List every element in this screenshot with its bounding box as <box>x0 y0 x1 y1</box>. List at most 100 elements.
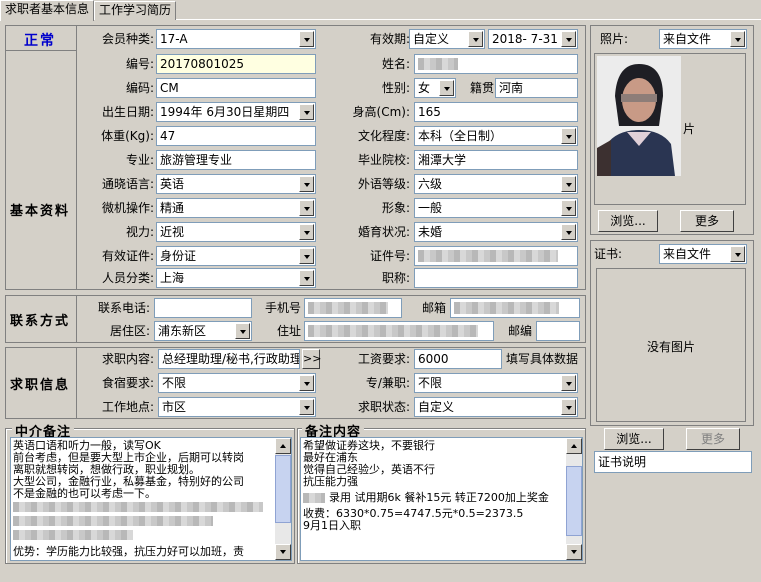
chevron-down-icon[interactable] <box>439 80 454 96</box>
photo-source-select[interactable]: 来自文件 <box>659 29 747 49</box>
job-content-field[interactable]: 总经理助理/秘书,行政助理 <box>158 349 300 369</box>
location-select[interactable]: 市区 <box>158 397 316 417</box>
scroll-thumb[interactable] <box>566 466 582 536</box>
redacted-value <box>308 325 478 337</box>
chevron-down-icon[interactable] <box>561 200 576 216</box>
id-no-field[interactable] <box>414 246 578 266</box>
phone-label: 联系电话: <box>97 301 150 315</box>
chevron-down-icon[interactable] <box>299 399 314 415</box>
weight-label: 体重(Kg): <box>101 129 154 143</box>
mobile-field[interactable] <box>304 298 402 318</box>
redacted-value <box>303 493 325 503</box>
note-line: 抗压能力强 <box>303 475 358 488</box>
scroll-down-icon[interactable] <box>275 544 291 560</box>
computer-select[interactable]: 精通 <box>156 198 316 218</box>
name-field[interactable] <box>414 54 578 74</box>
weight-field[interactable]: 47 <box>156 126 316 146</box>
more-certificate-button[interactable]: 更多 <box>686 428 740 450</box>
code-field[interactable]: CM <box>156 78 316 98</box>
chevron-down-icon[interactable] <box>299 270 314 286</box>
divider <box>76 347 77 419</box>
birth-date-picker[interactable]: 1994年 6月30日星期四 <box>156 102 316 122</box>
divider <box>76 295 77 343</box>
chevron-down-icon[interactable] <box>299 31 314 47</box>
appearance-label: 形象: <box>381 201 410 215</box>
email-field[interactable] <box>450 298 580 318</box>
major-field[interactable]: 旅游管理专业 <box>156 150 316 170</box>
validity-date-picker[interactable]: 2018- 7-31 <box>488 29 578 49</box>
more-photo-button[interactable]: 更多 <box>680 210 734 232</box>
district-select[interactable]: 浦东新区 <box>154 321 252 341</box>
validity-mode-select[interactable]: 自定义 <box>409 29 485 49</box>
notes-textarea[interactable]: 希望做证券这块，不要银行 最好在浦东 觉得自己经验少，英语不行 抗压能力强 录用… <box>300 437 583 561</box>
board-select[interactable]: 不限 <box>158 373 316 393</box>
member-type-select[interactable]: 17-A <box>156 29 316 49</box>
number-field[interactable]: 20170801025 <box>156 54 316 74</box>
address-label: 住址 <box>276 324 301 338</box>
phone-field[interactable] <box>154 298 252 318</box>
title-field[interactable] <box>414 268 578 288</box>
chevron-down-icon[interactable] <box>561 176 576 192</box>
education-select[interactable]: 本科（全日制） <box>414 126 578 146</box>
browse-photo-button[interactable]: 浏览... <box>598 210 658 232</box>
language-select[interactable]: 英语 <box>156 174 316 194</box>
chevron-down-icon[interactable] <box>299 200 314 216</box>
agent-notes-textarea[interactable]: 英语口语和听力一般，读写OK 前台考虑，但是要大型上市企业，后期可以转岗 离职就… <box>10 437 292 561</box>
scroll-up-icon[interactable] <box>275 438 291 454</box>
gender-select[interactable]: 女 <box>414 78 456 98</box>
chevron-down-icon[interactable] <box>468 31 483 47</box>
scroll-down-icon[interactable] <box>566 544 582 560</box>
fulltime-select[interactable]: 不限 <box>414 373 578 393</box>
chevron-down-icon[interactable] <box>561 224 576 240</box>
notes-scrollbar[interactable] <box>566 438 582 560</box>
chevron-down-icon[interactable] <box>730 31 745 47</box>
location-label: 工作地点: <box>101 400 154 414</box>
chevron-down-icon[interactable] <box>561 128 576 144</box>
district-label: 居住区: <box>109 324 150 338</box>
chevron-down-icon[interactable] <box>561 31 576 47</box>
foreign-level-label: 外语等级: <box>357 177 410 191</box>
salary-field[interactable]: 6000 <box>414 349 502 369</box>
job-status-select[interactable]: 自定义 <box>414 397 578 417</box>
id-type-select[interactable]: 身份证 <box>156 246 316 266</box>
code-label: 编码: <box>125 81 154 95</box>
computer-label: 微机操作: <box>101 201 154 215</box>
school-field[interactable]: 湘潭大学 <box>414 150 578 170</box>
tab-basic-info[interactable]: 求职者基本信息 <box>0 0 94 21</box>
certificate-desc-field[interactable]: 证书说明 <box>594 451 752 473</box>
chevron-down-icon[interactable] <box>299 176 314 192</box>
divider <box>76 25 77 290</box>
scroll-up-icon[interactable] <box>566 438 582 454</box>
address-field[interactable] <box>304 321 494 341</box>
height-field[interactable]: 165 <box>414 102 578 122</box>
category-select[interactable]: 上海 <box>156 268 316 288</box>
chevron-down-icon[interactable] <box>299 104 314 120</box>
certificate-source-select[interactable]: 来自文件 <box>659 244 747 264</box>
expand-button[interactable]: >> <box>302 349 321 369</box>
chevron-down-icon[interactable] <box>299 224 314 240</box>
chevron-down-icon[interactable] <box>730 246 745 262</box>
chevron-down-icon[interactable] <box>235 323 250 339</box>
origin-field[interactable]: 河南 <box>495 78 578 98</box>
id-type-label: 有效证件: <box>101 249 154 263</box>
appearance-select[interactable]: 一般 <box>414 198 578 218</box>
chevron-down-icon[interactable] <box>299 375 314 391</box>
redacted-value <box>308 302 388 314</box>
chevron-down-icon[interactable] <box>299 248 314 264</box>
chevron-down-icon[interactable] <box>561 399 576 415</box>
zip-label: 邮编 <box>507 324 532 338</box>
chevron-down-icon[interactable] <box>561 375 576 391</box>
marital-select[interactable]: 未婚 <box>414 222 578 242</box>
zip-field[interactable] <box>536 321 580 341</box>
note-line: 不是金融的也可以考虑一下。 <box>13 487 156 500</box>
vision-select[interactable]: 近视 <box>156 222 316 242</box>
id-no-label: 证件号: <box>369 249 410 263</box>
browse-certificate-button[interactable]: 浏览... <box>604 428 664 450</box>
scroll-thumb[interactable] <box>275 455 291 523</box>
tab-resume[interactable]: 工作学习简历 <box>94 1 176 20</box>
mobile-label: 手机号 <box>264 301 301 315</box>
category-label: 人员分类: <box>101 271 154 285</box>
photo-label: 照片: <box>600 32 629 46</box>
foreign-level-select[interactable]: 六级 <box>414 174 578 194</box>
agent-notes-scrollbar[interactable] <box>275 438 291 560</box>
